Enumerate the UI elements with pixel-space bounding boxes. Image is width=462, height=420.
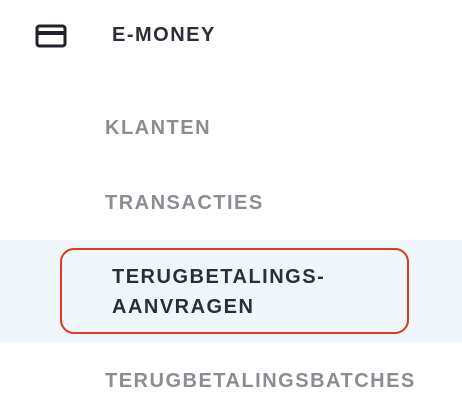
sidebar-item-label: KLANTEN <box>105 117 212 139</box>
sidebar-item-label: TERUGBETALINGS- AANVRAGEN <box>112 266 326 318</box>
sidebar-item-label: TRANSACTIES <box>105 192 264 214</box>
sidebar-item-terugbetalingsaanvragen[interactable]: TERUGBETALINGS- AANVRAGEN <box>0 240 462 342</box>
sidebar-item-terugbetalingsbatches[interactable]: TERUGBETALINGSBATCHES <box>0 356 462 412</box>
section-title: E-MONEY <box>112 24 216 46</box>
credit-card-icon <box>35 24 67 48</box>
sidebar-item-klanten[interactable]: KLANTEN <box>0 100 462 156</box>
section-header-e-money[interactable]: E-MONEY <box>0 0 462 72</box>
sidebar-item-transacties[interactable]: TRANSACTIES <box>0 175 462 231</box>
sidebar-nav: E-MONEY KLANTEN TRANSACTIES TERUGBETALIN… <box>0 0 462 420</box>
sidebar-item-label: TERUGBETALINGSBATCHES <box>105 370 416 392</box>
